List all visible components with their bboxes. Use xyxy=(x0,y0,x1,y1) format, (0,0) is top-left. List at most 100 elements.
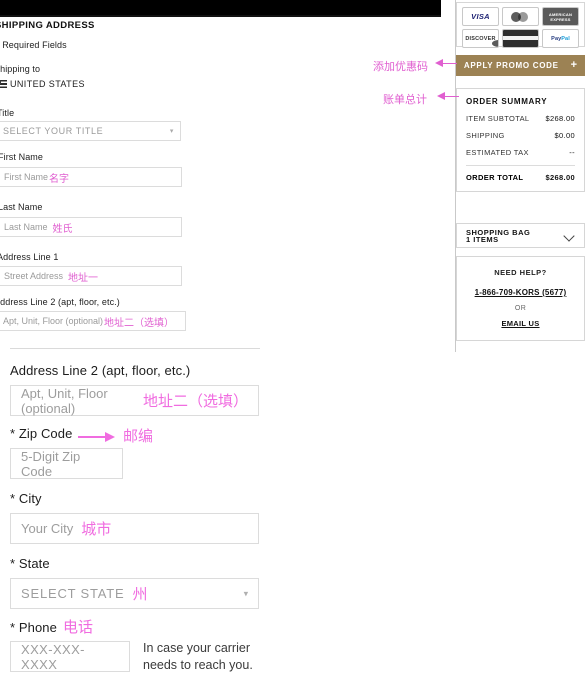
payment-row-1: VISA AMERICAN EXPRESS xyxy=(462,7,579,26)
order-total-value: $268.00 xyxy=(545,173,575,182)
state-select-value: SELECT STATE xyxy=(21,586,125,601)
state-annotation: 州 xyxy=(132,585,149,603)
phone-label-row: * Phone 电话 xyxy=(10,616,93,637)
checkout-page: SHIPPING ADDRESS * Required Fields Shipp… xyxy=(0,0,586,690)
state-select[interactable]: SELECT STATE 州 ▾ xyxy=(10,578,259,609)
discover-label: DISCOVER xyxy=(465,35,498,47)
chevron-down-icon: ▾ xyxy=(243,588,249,598)
city-input[interactable]: Your City 城市 xyxy=(10,513,259,544)
top-black-banner xyxy=(0,0,441,15)
address2-placeholder: Apt, Unit, Floor (optional) xyxy=(21,385,108,416)
order-summary-title: ORDER SUMMARY xyxy=(466,97,548,106)
diners-icon xyxy=(502,29,539,48)
chevron-down-icon: ▾ xyxy=(169,128,174,135)
state-label: * State xyxy=(10,556,50,571)
zip-annotation-arrow xyxy=(78,432,118,442)
order-summary-annotation: 账单总计 xyxy=(383,93,427,106)
accepted-payment-methods: VISA AMERICAN EXPRESS DISCOVER PayPal xyxy=(456,2,585,48)
paypal-pal: Pal xyxy=(561,35,570,42)
arrow-shaft xyxy=(445,96,459,98)
address1-placeholder: Street Address xyxy=(4,271,64,281)
address2-label-small: Address Line 2 (apt, floor, etc.) xyxy=(0,297,120,307)
shopping-bag-count: 1 ITEMS xyxy=(466,234,499,244)
arrow-shaft xyxy=(443,63,457,65)
arrow-head xyxy=(437,92,445,100)
paypal-icon: PayPal xyxy=(542,29,579,48)
phone-label: * Phone xyxy=(10,620,57,635)
email-us-link[interactable]: EMAIL US xyxy=(463,319,578,328)
city-label: * City xyxy=(10,491,42,506)
need-help-panel: NEED HELP? 1-866-709-KORS (5677) OR EMAI… xyxy=(456,256,585,341)
address2-input[interactable]: Apt, Unit, Floor (optional) 地址二（选填） xyxy=(10,385,259,416)
summary-label: ITEM SUBTOTAL xyxy=(466,114,530,123)
phone-placeholder: XXX-XXX-XXXX xyxy=(21,641,85,672)
last-name-input[interactable]: Last Name 姓氏 xyxy=(0,217,182,237)
summary-value: -- xyxy=(569,148,575,157)
section-divider xyxy=(10,348,260,349)
address2-placeholder-small: Apt, Unit, Floor (optional) xyxy=(3,316,104,326)
summary-row-shipping: SHIPPING $0.00 xyxy=(466,131,575,140)
summary-row-total: ORDER TOTAL $268.00 xyxy=(466,173,575,182)
first-name-input[interactable]: First Name 名字 xyxy=(0,167,182,187)
paypal-label: PayPal xyxy=(551,35,570,42)
apply-promo-code-button[interactable]: APPLY PROMO CODE + xyxy=(456,55,585,76)
address2-annotation-small: 地址二（选填） xyxy=(104,317,175,329)
last-name-label: Last Name xyxy=(0,202,43,212)
shipping-to-label: Shipping to xyxy=(0,64,41,74)
apply-promo-code-label: APPLY PROMO CODE xyxy=(463,61,559,70)
title-label: Title xyxy=(0,108,15,118)
support-phone-link[interactable]: 1-866-709-KORS (5677) xyxy=(463,288,578,297)
address1-annotation: 地址一 xyxy=(68,272,99,284)
top-banner-rule xyxy=(0,15,441,17)
city-placeholder: Your City xyxy=(21,521,74,536)
visa-label: VISA xyxy=(471,12,490,21)
address2-annotation: 地址二（选填） xyxy=(142,392,248,410)
first-name-placeholder: First Name xyxy=(4,172,49,182)
mastercard-glyph xyxy=(503,8,538,25)
arrow-head xyxy=(435,59,443,67)
payment-row-2: DISCOVER PayPal xyxy=(462,29,579,48)
plus-icon: + xyxy=(570,59,578,71)
or-separator-label: OR xyxy=(514,305,527,312)
promo-annotation-arrow xyxy=(435,59,457,68)
need-help-title: NEED HELP? xyxy=(494,268,547,277)
phone-hint: In case your carrier needs to reach you. xyxy=(143,640,253,674)
first-name-label: First Name xyxy=(0,152,44,162)
phone-hint-line1: In case your carrier xyxy=(143,641,250,655)
promo-annotation: 添加优惠码 xyxy=(373,60,428,73)
address1-label: Address Line 1 xyxy=(0,252,59,262)
first-name-annotation: 名字 xyxy=(49,173,70,185)
country-label: UNITED STATES xyxy=(10,79,85,89)
shipping-country[interactable]: UNITED STATES xyxy=(0,79,85,89)
chevron-down-icon[interactable] xyxy=(564,230,575,241)
summary-label: SHIPPING xyxy=(466,131,505,140)
arrow-head xyxy=(105,432,115,442)
summary-value: $268.00 xyxy=(545,114,575,123)
summary-separator xyxy=(466,165,575,166)
zip-code-input[interactable]: 5-Digit Zip Code xyxy=(10,448,123,479)
visa-icon: VISA xyxy=(462,7,499,26)
title-select[interactable]: SELECT YOUR TITLE ▾ xyxy=(0,121,181,141)
discover-icon: DISCOVER xyxy=(462,29,499,48)
order-total-label: ORDER TOTAL xyxy=(466,173,524,182)
amex-line2: EXPRESS xyxy=(550,16,571,22)
address1-input[interactable]: Street Address 地址一 xyxy=(0,266,182,286)
city-annotation: 城市 xyxy=(81,520,112,538)
zip-code-placeholder: 5-Digit Zip Code xyxy=(21,448,81,479)
us-flag-icon xyxy=(0,80,7,88)
shopping-bag-accordion[interactable]: SHOPPING BAG 1 ITEMS xyxy=(456,223,585,248)
phone-annotation: 电话 xyxy=(62,618,93,636)
required-fields-note: * Required Fields xyxy=(0,40,67,50)
amex-icon: AMERICAN EXPRESS xyxy=(542,7,579,26)
address2-label: Address Line 2 (apt, floor, etc.) xyxy=(10,363,191,378)
order-summary-panel: ORDER SUMMARY ITEM SUBTOTAL $268.00 SHIP… xyxy=(456,88,585,192)
mastercard-icon xyxy=(502,7,539,26)
arrow-shaft xyxy=(78,436,108,438)
zip-code-label: * Zip Code xyxy=(10,426,73,441)
address2-input-small[interactable]: Apt, Unit, Floor (optional) 地址二（选填） xyxy=(0,311,186,331)
summary-value: $0.00 xyxy=(554,131,575,140)
last-name-annotation: 姓氏 xyxy=(52,223,73,235)
last-name-placeholder: Last Name xyxy=(4,222,48,232)
phone-input[interactable]: XXX-XXX-XXXX xyxy=(10,641,130,672)
title-select-value: SELECT YOUR TITLE xyxy=(3,126,104,136)
